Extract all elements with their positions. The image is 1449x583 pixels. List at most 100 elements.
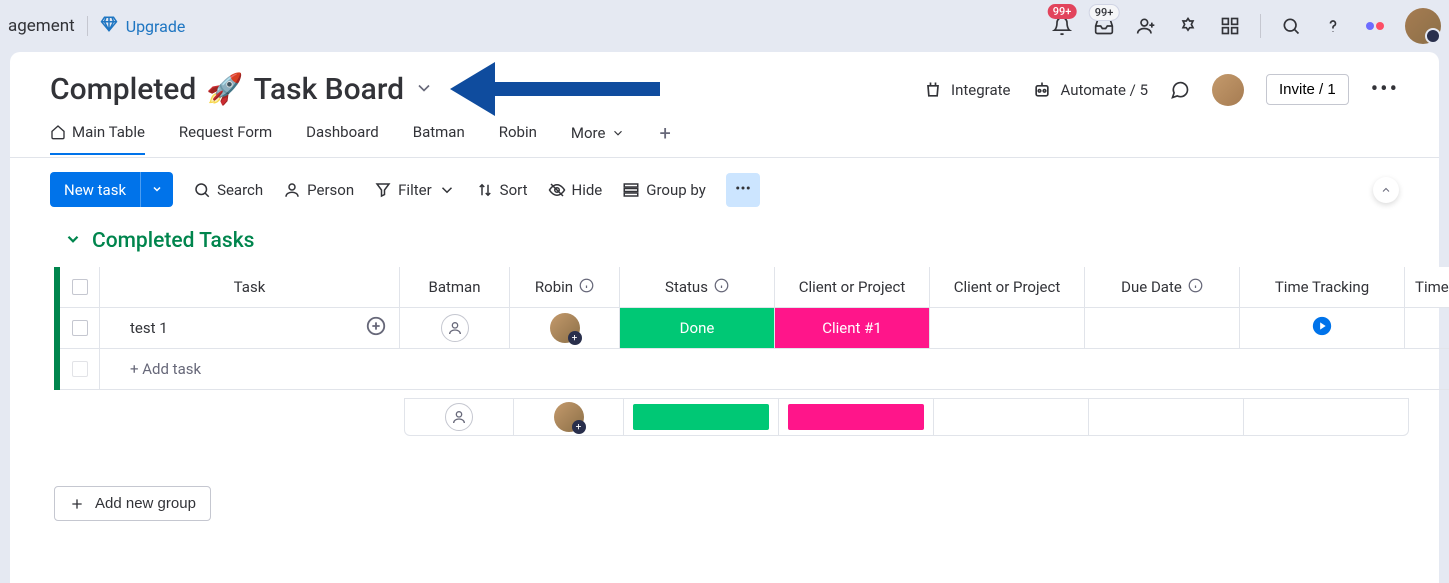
time-tracking-cell[interactable] — [1240, 308, 1405, 348]
col-label: Task — [234, 278, 266, 296]
tab-label: Main Table — [72, 123, 145, 141]
product-logo-icon[interactable] — [1363, 14, 1387, 38]
apps-icon[interactable] — [1176, 14, 1200, 38]
status-cell[interactable]: Done — [620, 308, 775, 348]
separator — [87, 16, 88, 36]
upgrade-button[interactable]: Upgrade — [100, 15, 186, 37]
chevron-down-icon — [438, 181, 456, 199]
group-icon — [622, 181, 640, 199]
play-icon[interactable] — [1311, 315, 1333, 341]
robin-cell[interactable] — [510, 308, 620, 348]
task-name-cell[interactable]: test 1 — [100, 308, 400, 348]
rocket-icon: 🚀 — [206, 72, 243, 107]
tab-label: Request Form — [179, 123, 272, 141]
chevron-down-icon[interactable] — [414, 78, 434, 102]
row-checkbox[interactable] — [72, 320, 88, 336]
task-name: test 1 — [130, 319, 168, 337]
client-value: Client #1 — [775, 308, 929, 348]
col-label: Client or Project — [954, 278, 1061, 296]
client-cell[interactable]: Client #1 — [775, 308, 930, 348]
help-icon[interactable] — [1321, 14, 1345, 38]
summary-due — [1089, 398, 1244, 436]
apps-grid-icon[interactable] — [1218, 14, 1242, 38]
col-status[interactable]: Status — [620, 267, 775, 307]
tab-main-table[interactable]: Main Table — [50, 123, 145, 155]
group-header: Completed Tasks — [10, 221, 1439, 267]
summary-client2 — [934, 398, 1089, 436]
inbox-icon[interactable]: 99+ — [1092, 14, 1116, 38]
toolbar-more-button[interactable] — [726, 173, 760, 207]
conversation-icon[interactable] — [365, 315, 387, 341]
time2-cell[interactable] — [1405, 308, 1449, 348]
col-label: Time — [1415, 278, 1449, 296]
group-title[interactable]: Completed Tasks — [92, 229, 254, 253]
automate-label: Automate / 5 — [1060, 81, 1148, 99]
discussion-icon[interactable] — [1170, 80, 1190, 100]
batman-cell[interactable] — [400, 308, 510, 348]
board-title[interactable]: Completed 🚀 Task Board — [50, 72, 404, 107]
owner-avatar[interactable] — [1212, 74, 1244, 106]
person-filter-button[interactable]: Person — [283, 181, 354, 199]
due-date-cell[interactable] — [1085, 308, 1240, 348]
sort-button[interactable]: Sort — [476, 181, 528, 199]
info-icon[interactable] — [714, 278, 729, 297]
group-by-button[interactable]: Group by — [622, 181, 706, 199]
group-collapse-icon[interactable] — [64, 230, 82, 252]
summary-tracking — [1244, 398, 1409, 436]
user-avatar[interactable] — [1405, 8, 1441, 44]
select-all-checkbox[interactable] — [72, 279, 88, 295]
add-task-label: + Add task — [130, 360, 201, 378]
more-options-icon[interactable]: ••• — [1371, 77, 1399, 102]
col-label: Client or Project — [799, 278, 906, 296]
col-due-date[interactable]: Due Date — [1085, 267, 1240, 307]
new-task-button[interactable]: New task — [50, 172, 173, 207]
col-client1[interactable]: Client or Project — [775, 267, 930, 307]
topbar-left: agement Upgrade — [8, 15, 185, 37]
invite-button[interactable]: Invite / 1 — [1266, 74, 1349, 105]
search-button[interactable]: Search — [193, 181, 263, 199]
tab-dashboard[interactable]: Dashboard — [306, 123, 379, 155]
tab-request-form[interactable]: Request Form — [179, 123, 272, 155]
header-actions: Integrate Automate / 5 Invite / 1 ••• — [923, 74, 1399, 106]
add-group-button[interactable]: Add new group — [54, 486, 211, 521]
info-icon[interactable] — [579, 278, 594, 297]
empty-person-icon — [445, 403, 473, 431]
col-batman[interactable]: Batman — [400, 267, 510, 307]
summary-status-bar — [633, 404, 769, 430]
add-task-button[interactable]: + Add task — [100, 349, 1449, 389]
chevron-up-icon — [1380, 184, 1392, 196]
collapse-button[interactable] — [1373, 177, 1399, 203]
diamond-icon — [100, 15, 118, 37]
col-time2[interactable]: Time — [1405, 267, 1449, 307]
filter-button[interactable]: Filter — [374, 181, 456, 199]
hide-button[interactable]: Hide — [548, 181, 603, 199]
col-task[interactable]: Task — [100, 267, 400, 307]
col-client2[interactable]: Client or Project — [930, 267, 1085, 307]
board-title-wrap: Completed 🚀 Task Board — [50, 72, 434, 107]
search-icon[interactable] — [1279, 14, 1303, 38]
invite-members-icon[interactable] — [1134, 14, 1158, 38]
notifications-icon[interactable]: 99+ — [1050, 14, 1074, 38]
summary-row — [404, 398, 1439, 436]
inbox-badge: 99+ — [1089, 4, 1120, 21]
more-dots-icon — [734, 179, 752, 197]
automate-button[interactable]: Automate / 5 — [1032, 80, 1148, 100]
integrate-button[interactable]: Integrate — [923, 80, 1010, 100]
new-task-dropdown[interactable] — [140, 172, 173, 207]
new-task-label: New task — [50, 173, 140, 207]
client2-cell[interactable] — [930, 308, 1085, 348]
tabs-more[interactable]: More — [571, 124, 626, 154]
status-value: Done — [620, 308, 774, 348]
col-label: Due Date — [1121, 278, 1182, 296]
info-icon[interactable] — [1188, 278, 1203, 297]
col-label: Robin — [535, 278, 573, 296]
notifications-badge: 99+ — [1048, 4, 1077, 19]
person-label: Person — [307, 181, 354, 199]
col-label: Batman — [428, 278, 480, 296]
col-label: Status — [665, 278, 708, 296]
add-row-select — [60, 349, 100, 389]
col-time-tracking[interactable]: Time Tracking — [1240, 267, 1405, 307]
hide-label: Hide — [572, 181, 603, 199]
table-wrap: Task Batman Robin Status Client or Proje… — [10, 267, 1439, 436]
col-robin[interactable]: Robin — [510, 267, 620, 307]
